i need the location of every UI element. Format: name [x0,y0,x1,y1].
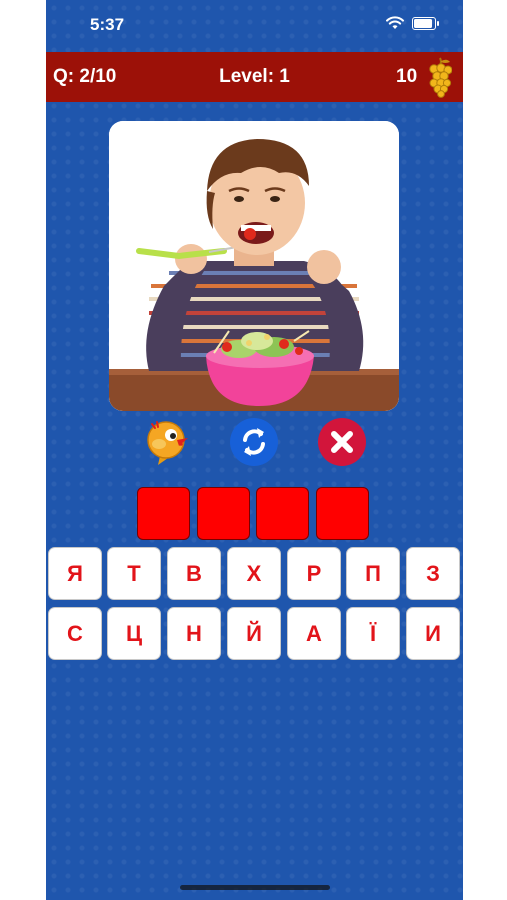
level-label: Level: 1 [219,66,290,87]
answer-slot[interactable] [137,487,190,540]
letter-key[interactable]: З [406,547,460,600]
letter-key[interactable]: Н [167,607,221,660]
letter-key[interactable]: В [167,547,221,600]
letter-key[interactable]: И [406,607,460,660]
bird-hint-icon [147,421,188,465]
clear-button[interactable] [318,418,366,466]
status-time: 5:37 [90,15,125,34]
refresh-icon [243,428,265,456]
close-icon [331,431,353,453]
puzzle-image [109,121,399,411]
answer-slot[interactable] [316,487,369,540]
home-indicator[interactable] [180,885,330,890]
shuffle-button[interactable] [230,418,278,466]
answer-slot[interactable] [197,487,250,540]
letter-key[interactable]: Й [227,607,281,660]
battery-icon [412,17,439,30]
grapes-icon[interactable] [428,56,452,98]
status-bar: 5:37 [46,0,463,50]
game-header: Q: 2/10 Level: 1 10 [46,52,463,102]
question-counter: Q: 2/10 [53,66,117,87]
game-screen: 5:37 Q: 2/10 Level: 1 10 Я Т В Х Р П З С… [46,0,463,900]
letter-key[interactable]: Х [227,547,281,600]
letter-key[interactable]: Ї [346,607,400,660]
letter-key[interactable]: Р [287,547,341,600]
letter-key[interactable]: Ц [107,607,161,660]
hint-button[interactable] [144,418,192,466]
letter-key[interactable]: П [346,547,400,600]
letter-key[interactable]: Я [48,547,102,600]
letter-key[interactable]: С [48,607,102,660]
letter-key[interactable]: А [287,607,341,660]
coin-count: 10 [396,66,418,87]
letter-key[interactable]: Т [107,547,161,600]
answer-slot[interactable] [256,487,309,540]
wifi-icon [386,16,404,29]
